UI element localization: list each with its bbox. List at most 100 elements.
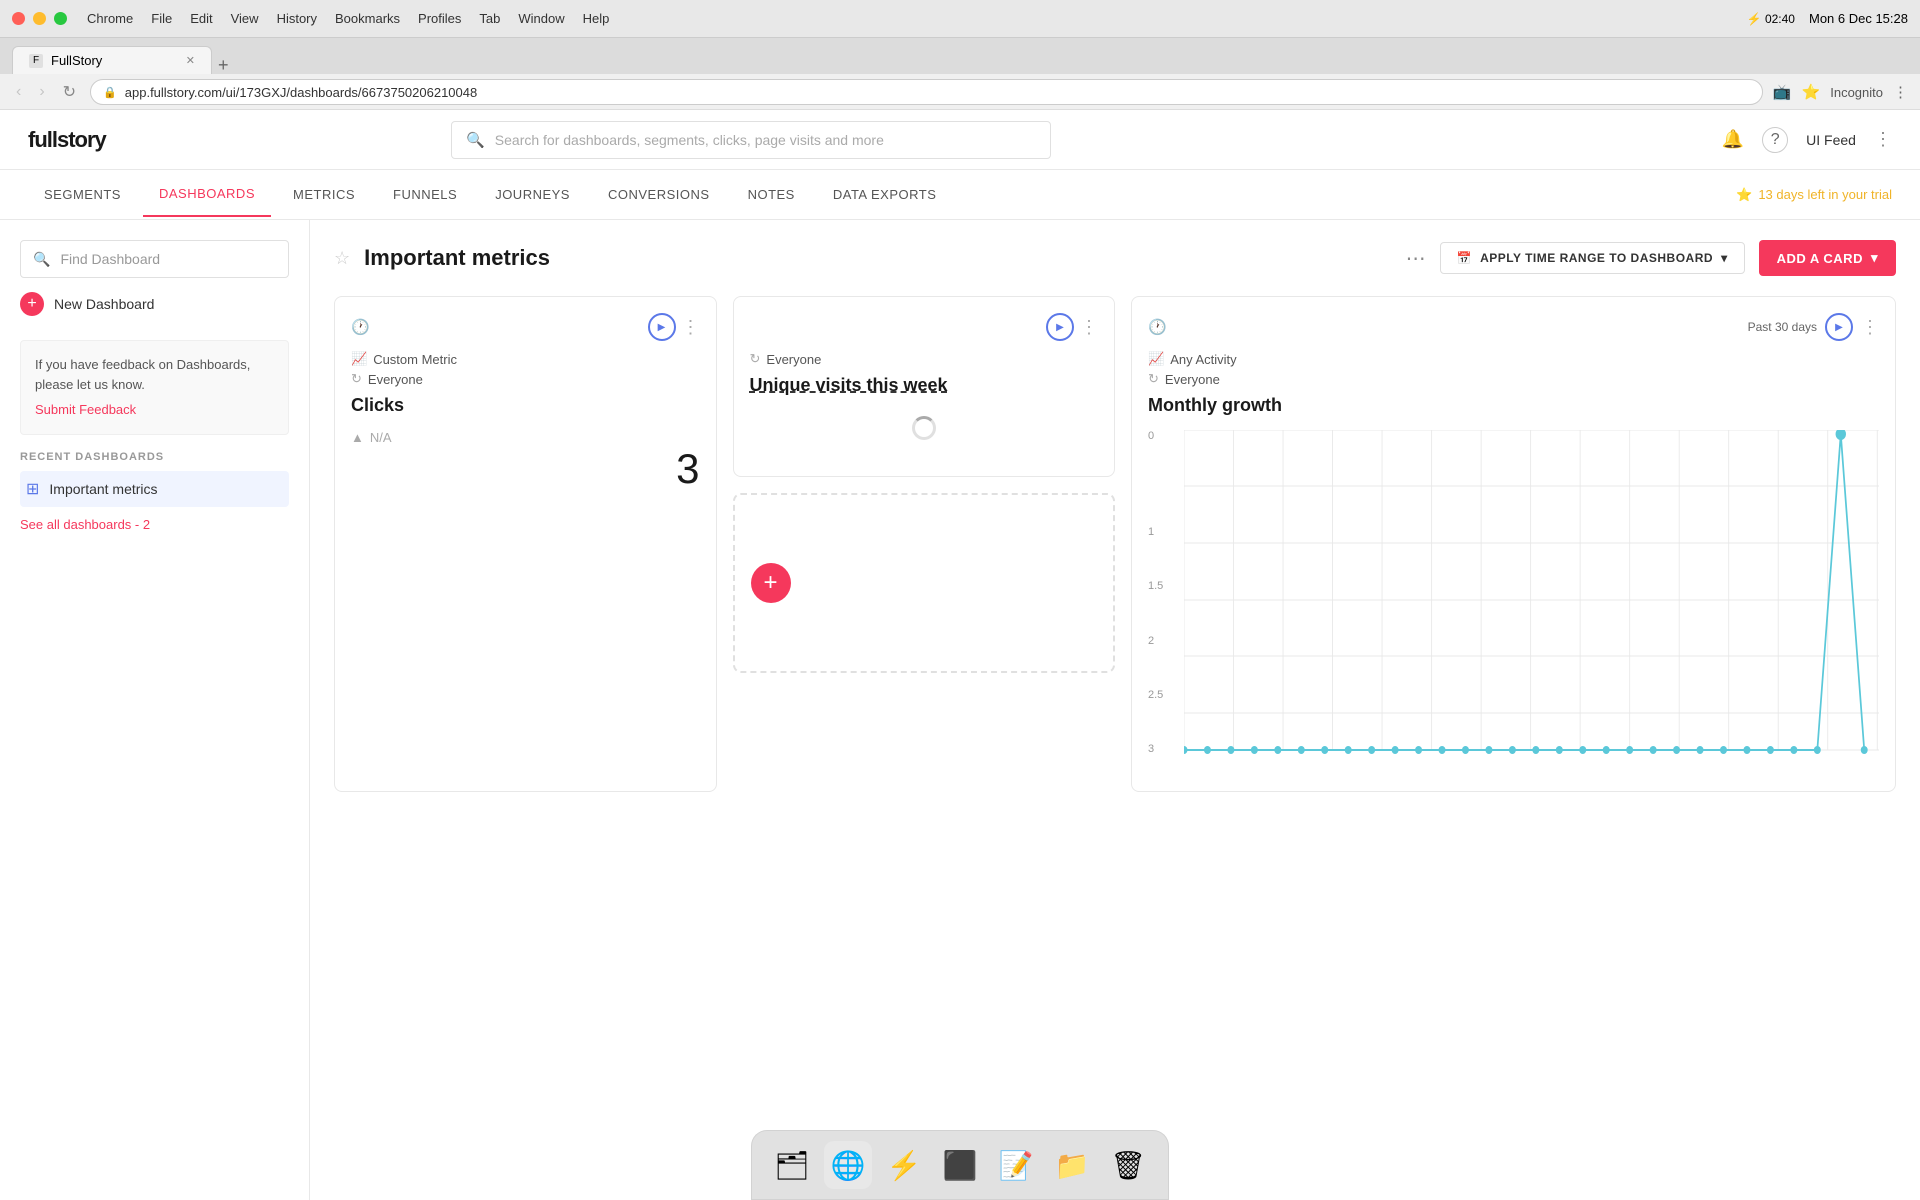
add-card-chevron: ▾ [1871,250,1878,266]
apply-time-range-button[interactable]: 📅 APPLY TIME RANGE TO DASHBOARD ▾ [1440,242,1745,274]
see-all-dashboards-link[interactable]: See all dashboards - 2 [20,517,289,532]
play-button-visits[interactable]: ▶ [1046,313,1074,341]
segment-visits: ↻ Everyone [750,351,1099,367]
dock-folder[interactable]: 📁 [1048,1141,1096,1189]
favorite-star-icon[interactable]: ☆ [334,248,350,269]
segment-label-growth: Everyone [1165,372,1220,387]
dashboard-options-button[interactable]: ⋯ [1406,246,1426,271]
dock-terminal[interactable]: ⬛ [936,1141,984,1189]
minimize-button[interactable] [33,12,46,25]
active-tab[interactable]: F FullStory ✕ [12,46,212,74]
titlebar: Chrome File Edit View History Bookmarks … [0,0,1920,38]
visits-refresh-icon: ↻ [750,351,761,367]
traffic-lights [12,12,67,25]
dock-unknown1[interactable]: ⚡ [880,1141,928,1189]
card-header-growth: 🕐 Past 30 days ▶ ⋮ [1148,313,1879,341]
nav-metrics[interactable]: METRICS [277,173,371,216]
bookmark-icon[interactable]: ⭐ [1802,83,1821,101]
tab-bar: F FullStory ✕ + [0,38,1920,74]
content-area: ☆ Important metrics ⋯ 📅 APPLY TIME RANGE… [310,220,1920,1200]
find-dashboard-placeholder: Find Dashboard [60,251,160,267]
lock-icon: 🔒 [103,86,117,99]
menu-history[interactable]: History [277,11,317,26]
nav-data-exports[interactable]: DATA EXPORTS [817,173,953,216]
play-button-growth[interactable]: ▶ [1825,313,1853,341]
y-label-3: 3 [1148,743,1178,755]
forward-button[interactable]: › [35,81,48,103]
macos-menu: Chrome File Edit View History Bookmarks … [87,11,609,26]
dashboard-title: Important metrics [364,245,1391,271]
menu-window[interactable]: Window [518,11,564,26]
add-card-placeholder[interactable]: + [733,493,1116,673]
new-tab-button[interactable]: + [218,56,229,74]
y-label-1.5: 1.5 [1148,580,1178,592]
submit-feedback-link[interactable]: Submit Feedback [35,400,274,420]
card-options-clicks[interactable]: ⋮ [682,317,700,338]
header-right: 🔔 ? UI Feed ⋮ [1722,127,1892,153]
dashboard-item-label: Important metrics [49,481,157,497]
ui-feed-button[interactable]: UI Feed [1806,132,1856,148]
y-label-1: 1 [1148,526,1178,538]
dock-trash[interactable]: 🗑 [1104,1141,1152,1189]
nav-dashboards[interactable]: DASHBOARDS [143,172,271,217]
nav-notes[interactable]: NOTES [732,173,811,216]
dock: 🗂 🌐 ⚡ ⬛ 📝 📁 🗑 [751,1130,1169,1200]
battery-time: ⚡ 02:40 [1747,12,1795,26]
menu-help[interactable]: Help [583,11,610,26]
clock-icon-growth: 🕐 [1148,318,1167,336]
tab-favicon: F [29,54,43,68]
nav-conversions[interactable]: CONVERSIONS [592,173,726,216]
menu-bookmarks[interactable]: Bookmarks [335,11,400,26]
url-bar[interactable]: 🔒 app.fullstory.com/ui/173GXJ/dashboards… [90,79,1763,105]
search-bar[interactable]: 🔍 Search for dashboards, segments, click… [451,121,1051,159]
menu-chrome[interactable]: Chrome [87,11,133,26]
play-button-clicks[interactable]: ▶ [648,313,676,341]
tab-close-button[interactable]: ✕ [186,54,195,67]
segment-growth: ↻ Everyone [1148,371,1879,387]
help-icon[interactable]: ? [1762,127,1788,153]
feedback-text: If you have feedback on Dashboards, plea… [35,357,250,392]
trend-icon: 📈 [351,351,367,367]
menu-view[interactable]: View [231,11,259,26]
card-unique-visits: ▶ ⋮ ↻ Everyone Unique visits this week [733,296,1116,477]
titlebar-right: ⚡ 02:40 Mon 6 Dec 15:28 [1747,11,1908,26]
nav-journeys[interactable]: JOURNEYS [479,173,586,216]
more-icon[interactable]: ⋮ [1893,83,1908,101]
app-logo: fullstory [28,127,106,153]
dock-finder[interactable]: 🗂 [768,1141,816,1189]
metric-type-growth: 📈 Any Activity [1148,351,1879,367]
close-button[interactable] [12,12,25,25]
activity-trend-icon: 📈 [1148,351,1164,367]
add-card-button[interactable]: ADD A CARD ▾ [1759,240,1896,276]
chart-area: 3 2.5 2 1.5 1 0 [1148,430,1879,775]
notification-icon[interactable]: 🔔 [1722,129,1744,150]
menu-edit[interactable]: Edit [190,11,212,26]
back-button[interactable]: ‹ [12,81,25,103]
new-dashboard-button[interactable]: + New Dashboard [20,278,289,330]
menu-tab[interactable]: Tab [479,11,500,26]
apply-time-label: APPLY TIME RANGE TO DASHBOARD [1480,251,1713,265]
menu-profiles[interactable]: Profiles [418,11,461,26]
reload-button[interactable]: ↻ [59,80,80,104]
cards-grid: 🕐 ▶ ⋮ 📈 Custom Metric ↻ Everyone Clicks [334,296,1896,792]
card-value-clicks: 3 [351,445,700,493]
cast-icon[interactable]: 📺 [1773,83,1792,101]
app-header: fullstory 🔍 Search for dashboards, segme… [0,110,1920,170]
menu-file[interactable]: File [151,11,172,26]
profile-icon[interactable]: Incognito [1830,85,1883,100]
dock-chrome[interactable]: 🌐 [824,1141,872,1189]
metric-type-clicks: 📈 Custom Metric [351,351,700,367]
metric-type-label-growth: Any Activity [1170,352,1236,367]
find-dashboard-input[interactable]: 🔍 Find Dashboard [20,240,289,278]
feedback-box: If you have feedback on Dashboards, plea… [20,340,289,435]
dashboard-item-important-metrics[interactable]: ⊞ Important metrics [20,471,289,507]
nav-segments[interactable]: SEGMENTS [28,173,137,216]
fullscreen-button[interactable] [54,12,67,25]
line-chart [1184,430,1879,770]
card-options-visits[interactable]: ⋮ [1080,317,1098,338]
card-options-growth[interactable]: ⋮ [1861,317,1879,338]
nav-funnels[interactable]: FUNNELS [377,173,473,216]
main-layout: 🔍 Find Dashboard + New Dashboard If you … [0,220,1920,1200]
more-options-button[interactable]: ⋮ [1874,129,1892,150]
dock-notes[interactable]: 📝 [992,1141,1040,1189]
